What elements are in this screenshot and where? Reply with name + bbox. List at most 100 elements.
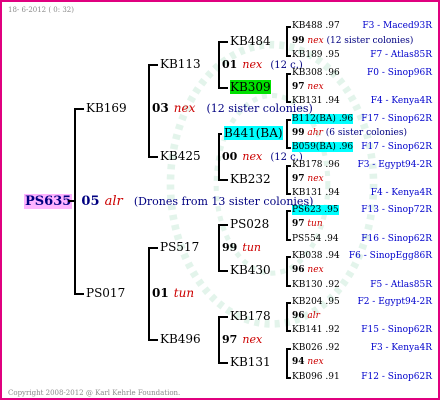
gen5-row-13[interactable]: KB204 .95 — [292, 296, 340, 308]
connector-gen4-d1 — [218, 316, 228, 318]
connector-gen4-a2 — [218, 87, 228, 89]
gen5-origin-11: F6 - SinopEgg86R — [348, 251, 432, 261]
gen4-node-3[interactable]: B441(BA) — [224, 126, 283, 140]
gen5-row-5[interactable]: B112(BA) .96 — [292, 113, 354, 125]
gen5-origin-8: F4 - Kenya4R — [370, 188, 432, 198]
gen4-node-8[interactable]: KB131 — [230, 356, 271, 368]
gen5-row-14[interactable]: KB141 .92 — [292, 324, 340, 336]
gen5-origin-10: F16 - Sinop62R — [361, 234, 432, 244]
gen4-info-1: 99 nex (12 sister colonies) — [292, 36, 414, 46]
gen5-row-11[interactable]: KB038 .94 — [292, 250, 340, 262]
gen3-label: nex — [242, 58, 263, 71]
root-num: 05 — [81, 194, 100, 209]
gen2-info-2: 01 tun — [152, 286, 194, 299]
connector-gen5-3 — [286, 119, 288, 147]
root-label: alr — [104, 194, 123, 209]
gen5-origin-6: F17 - Sinop62R — [361, 142, 432, 152]
connector-gen5-8 — [286, 348, 288, 377]
gen5-origin-4: F4 - Kenya4R — [370, 96, 432, 106]
root-id: PS635 — [24, 194, 73, 209]
pedigree-frame: 18- 6-2012 ( 0: 32) Copyright 2008-2012 … — [0, 0, 440, 400]
connector-gen3-a1 — [148, 64, 158, 66]
gen5-origin-2: F7 - Atlas85R — [370, 50, 432, 60]
connector-gen4-c2 — [218, 270, 228, 272]
gen3-info-2: 00 nex (12 c.) — [222, 149, 303, 164]
gen2-label: tun — [173, 286, 195, 300]
gen4-id: PS028 — [230, 217, 270, 231]
copyright-footer: Copyright 2008-2012 @ Karl Kehrle Founda… — [8, 389, 181, 397]
gen2-id: PS017 — [86, 286, 126, 300]
connector-gen3-b — [148, 247, 150, 339]
gen5-row-1[interactable]: KB488 .97 — [292, 20, 340, 32]
gen5-row-6[interactable]: B059(BA) .96 — [292, 141, 354, 153]
connector-gen2-vertical — [74, 108, 76, 294]
gen4-node-1[interactable]: KB484 — [230, 35, 271, 47]
gen3-num: 99 — [222, 241, 238, 254]
connector-gen3-a — [148, 64, 150, 156]
gen2-node-1[interactable]: KB169 — [86, 102, 127, 114]
gen2-num: 01 — [152, 286, 169, 300]
gen3-node-1[interactable]: KB113 — [160, 58, 201, 70]
gen4-node-6[interactable]: KB430 — [230, 264, 271, 276]
gen2-node-2[interactable]: PS017 — [86, 287, 125, 299]
gen4-info-6: 96 nex — [292, 265, 324, 275]
gen4-node-5[interactable]: PS028 — [230, 218, 269, 230]
gen3-num: 00 — [222, 150, 238, 163]
gen5-row-9[interactable]: PS623 .95 — [292, 204, 339, 216]
gen4-id: KB309 — [230, 80, 271, 94]
connector-gen4-b — [218, 133, 220, 179]
gen3-label: nex — [242, 150, 263, 163]
gen3-label: tun — [242, 241, 261, 254]
gen4-info-7: 96 alr — [292, 311, 320, 321]
gen3-id: KB425 — [160, 149, 201, 163]
root-note: (Drones from 13 sister colonies) — [133, 195, 314, 208]
gen5-row-12[interactable]: KB130 .92 — [292, 279, 340, 291]
connector-gen5-4 — [286, 165, 288, 193]
gen3-node-2[interactable]: KB425 — [160, 150, 201, 162]
gen5-origin-1: F3 - Maced93R — [362, 21, 432, 31]
gen4-node-4[interactable]: KB232 — [230, 173, 271, 185]
connector-gen5-6 — [286, 256, 288, 285]
gen5-origin-12: F5 - Atlas85R — [370, 280, 432, 290]
gen5-row-8[interactable]: KB131 .94 — [292, 187, 340, 199]
gen5-row-3[interactable]: KB308 .96 — [292, 67, 340, 79]
gen5-row-10[interactable]: PS554 .94 — [292, 233, 339, 245]
gen4-node-7[interactable]: KB178 — [230, 310, 271, 322]
gen3-id: PS517 — [160, 240, 200, 254]
gen5-origin-9: F13 - Sinop72R — [361, 205, 432, 215]
connector-gen4-c1 — [218, 224, 228, 226]
connector-gen4-a1 — [218, 41, 228, 43]
gen3-node-4[interactable]: KB496 — [160, 333, 201, 345]
gen5-row-7[interactable]: KB178 .96 — [292, 159, 340, 171]
gen4-info-3: 99 ahr (6 sister colonies) — [292, 128, 407, 138]
connector-gen4-d — [218, 316, 220, 362]
gen5-origin-16: F12 - Sinop62R — [361, 372, 432, 382]
gen3-node-3[interactable]: PS517 — [160, 241, 199, 253]
gen5-row-15[interactable]: KB026 .92 — [292, 342, 340, 354]
connector-gen4-b1 — [218, 133, 222, 135]
gen2-id: KB169 — [86, 101, 127, 115]
gen2-num: 03 — [152, 101, 169, 115]
connector-gen5-2 — [286, 73, 288, 101]
gen5-row-16[interactable]: KB096 .91 — [292, 371, 340, 383]
gen3-info-4: 97 nex — [222, 332, 262, 346]
gen3-id: KB113 — [160, 57, 201, 71]
gen5-row-2[interactable]: KB189 .95 — [292, 49, 340, 61]
gen4-id: B441(BA) — [224, 126, 283, 140]
connector-gen4-a — [218, 41, 220, 87]
connector-gen5-7 — [286, 302, 288, 330]
gen5-origin-3: F0 - Sinop96R — [367, 68, 432, 78]
gen5-origin-15: F3 - Kenya4R — [370, 343, 432, 353]
gen4-id: KB232 — [230, 172, 271, 186]
gen3-id: KB496 — [160, 332, 201, 346]
gen3-info-1: 01 nex (12 c.) — [222, 57, 303, 72]
gen3-label: nex — [242, 333, 263, 346]
connector-gen3-b1 — [148, 247, 158, 249]
gen5-row-4[interactable]: KB131 .94 — [292, 95, 340, 107]
date-stamp: 18- 6-2012 ( 0: 32) — [8, 6, 74, 14]
connector-gen4-c — [218, 224, 220, 270]
connector-gen3-a2 — [148, 156, 158, 158]
gen4-info-4: 97 nex — [292, 174, 324, 184]
gen4-node-2[interactable]: KB309 — [230, 80, 271, 94]
gen4-id: KB131 — [230, 355, 271, 369]
